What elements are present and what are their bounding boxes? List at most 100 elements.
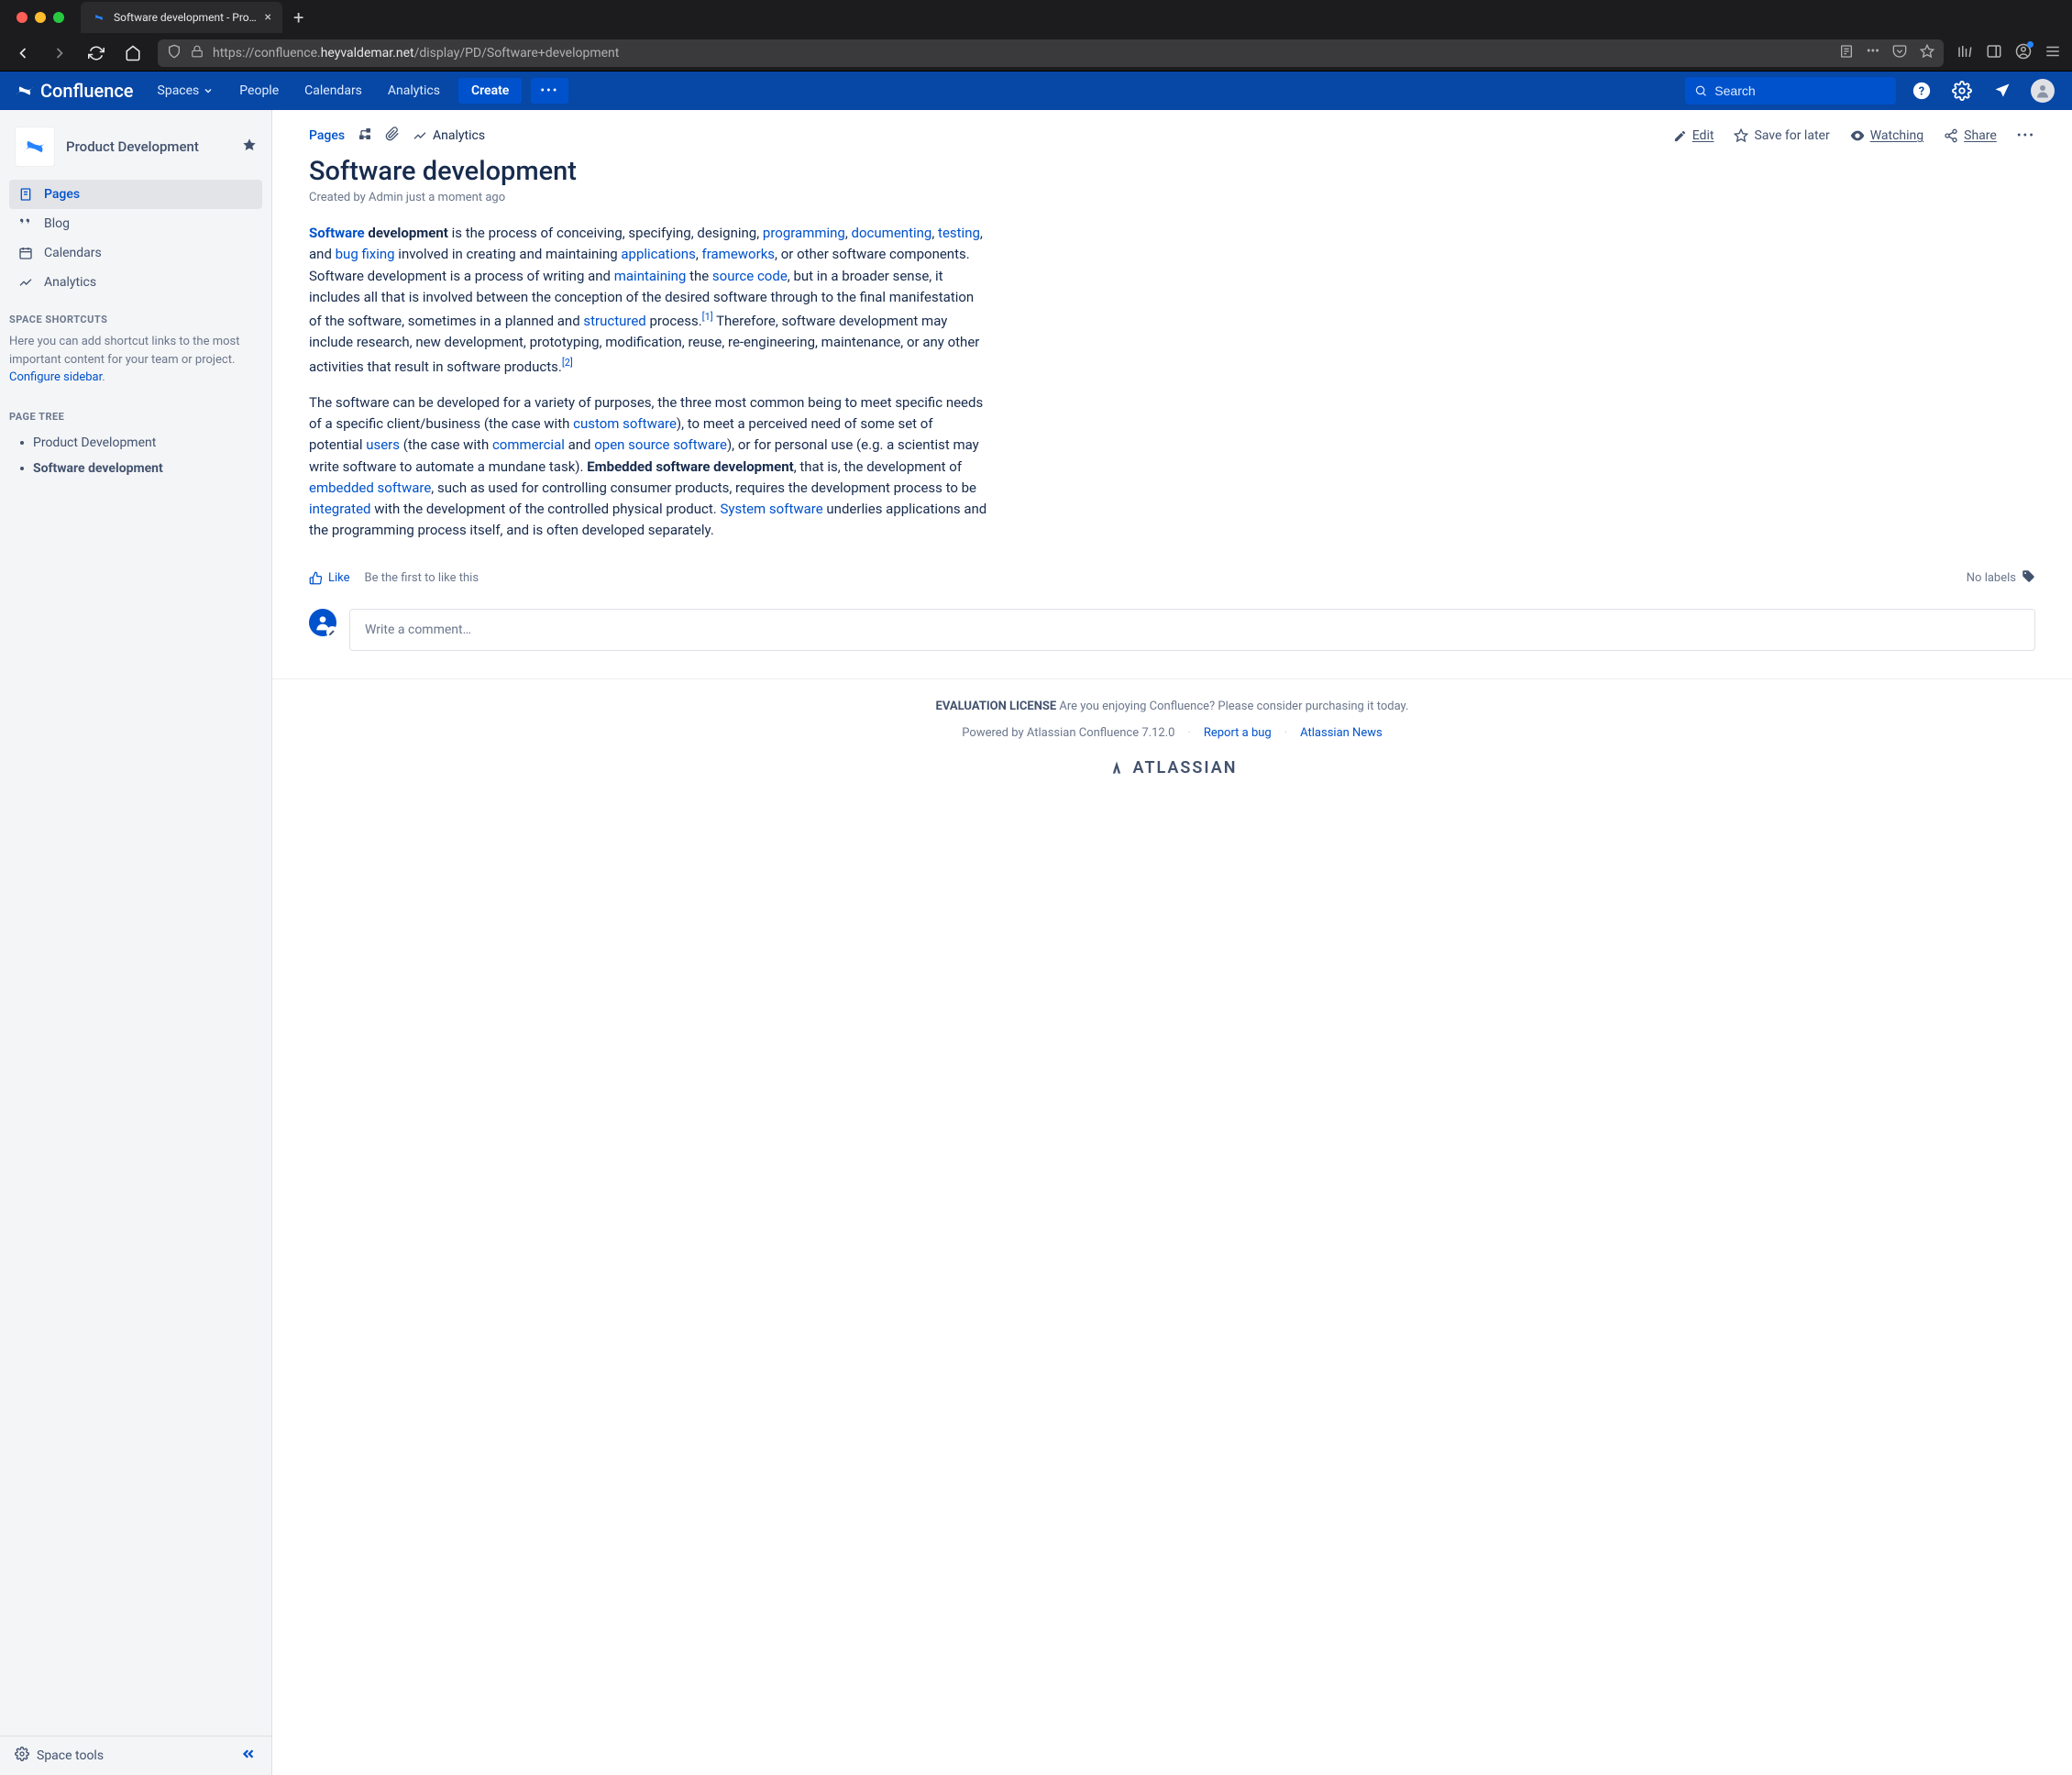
page-more-actions-icon[interactable]: ••• [2017,128,2035,143]
settings-icon[interactable] [1947,76,1977,105]
page-tree-icon[interactable] [358,127,372,145]
page-tree-heading: PAGE TREE [0,394,271,430]
link-documenting[interactable]: documenting [852,225,932,241]
sidebar-analytics[interactable]: Analytics [9,268,262,297]
link-embedded-software[interactable]: embedded software [309,480,431,496]
space-logo-icon [15,127,55,167]
gear-icon[interactable] [15,1747,29,1765]
favorite-space-icon[interactable] [242,138,257,156]
create-more-button[interactable]: ••• [531,78,568,104]
pocket-icon[interactable] [1892,44,1907,62]
edit-button[interactable]: Edit [1673,128,1714,143]
link-integrated[interactable]: integrated [309,501,371,517]
powered-by: Powered by Atlassian Confluence 7.12.0 [962,726,1174,740]
confluence-logo[interactable]: Confluence [15,80,134,102]
share-button[interactable]: Share [1944,128,1997,143]
page-footer: EVALUATION LICENSE Are you enjoying Conf… [272,678,2072,814]
sidebar-icon[interactable] [1986,43,2002,63]
analytics-link[interactable]: Analytics [413,128,485,143]
space-header[interactable]: Product Development [0,110,271,180]
forward-button[interactable] [48,41,72,65]
link-source-code[interactable]: source code [712,268,788,284]
url-text: https://confluence.heyvaldemar.net/displ… [213,46,619,61]
nav-analytics[interactable]: Analytics [377,78,451,104]
link-testing[interactable]: testing [938,225,980,241]
tab-bar: Software development - Produc × + [0,0,2072,35]
comment-input[interactable]: Write a comment… [349,609,2035,651]
link-programming[interactable]: programming [763,225,845,241]
link-software[interactable]: Software [309,225,365,241]
svg-text:?: ? [1919,85,1924,99]
space-name: Product Development [66,138,231,155]
link-commercial[interactable]: commercial [492,436,565,453]
create-button[interactable]: Create [458,78,522,104]
close-window-icon[interactable] [17,12,28,23]
sidebar-pages[interactable]: Pages [9,180,262,209]
url-bar[interactable]: https://confluence.heyvaldemar.net/displ… [158,39,1944,67]
attachments-icon[interactable] [385,127,400,145]
link-system-software[interactable]: System software [720,501,822,517]
configure-sidebar-link[interactable]: Configure sidebar [9,370,102,384]
sidebar-blog[interactable]: Blog [9,209,262,238]
menu-icon[interactable] [2044,43,2061,63]
link-frameworks[interactable]: frameworks [702,246,776,262]
comment-avatar-icon [309,609,336,636]
link-applications[interactable]: applications [621,246,695,262]
link-open-source[interactable]: open source software [594,436,727,453]
atlassian-logo[interactable]: ATLASSIAN [309,758,2035,777]
watching-button[interactable]: Watching [1850,128,1923,143]
minimize-window-icon[interactable] [35,12,46,23]
lock-icon[interactable] [191,45,204,61]
search-box[interactable] [1685,77,1896,105]
link-users[interactable]: users [366,436,400,453]
reader-mode-icon[interactable] [1839,44,1854,62]
labels-icon[interactable] [2022,569,2035,587]
reload-button[interactable] [84,41,108,65]
browser-tab[interactable]: Software development - Produc × [81,2,282,33]
atlassian-news-link[interactable]: Atlassian News [1300,726,1383,740]
bookmark-star-icon[interactable] [1920,44,1934,62]
new-tab-button[interactable]: + [293,6,303,28]
link-custom-software[interactable]: custom software [573,415,677,432]
nav-calendars[interactable]: Calendars [293,78,373,104]
search-icon [1694,83,1707,98]
url-bar-row: https://confluence.heyvaldemar.net/displ… [0,35,2072,72]
ref-2[interactable]: [2] [562,357,573,369]
more-actions-icon[interactable]: ••• [1867,44,1879,62]
back-button[interactable] [11,41,35,65]
sidebar-calendars[interactable]: Calendars [9,238,262,268]
collapse-sidebar-icon[interactable] [240,1746,257,1766]
maximize-window-icon[interactable] [53,12,64,23]
tab-title: Software development - Produc [114,11,258,24]
window-controls [7,12,73,23]
content-area: Pages Analytics Edit Save for later Watc… [272,110,2072,1775]
space-tools-label[interactable]: Space tools [37,1748,104,1763]
profile-avatar[interactable] [2028,76,2057,105]
tab-close-icon[interactable]: × [265,10,271,25]
home-button[interactable] [121,41,145,65]
browser-chrome: Software development - Produc × + https:… [0,0,2072,72]
link-structured[interactable]: structured [583,313,645,329]
link-maintaining[interactable]: maintaining [614,268,687,284]
link-bug-fixing[interactable]: bug fixing [336,246,395,262]
search-input[interactable] [1714,83,1887,98]
like-status: Be the first to like this [365,571,479,585]
account-icon[interactable] [2015,43,2032,63]
confluence-favicon-icon [92,10,106,25]
tree-item-product-development[interactable]: Product Development [9,430,262,456]
nav-spaces[interactable]: Spaces [147,78,226,104]
like-button[interactable]: Like [309,571,350,585]
tree-item-software-development[interactable]: Software development [9,456,262,481]
save-for-later-button[interactable]: Save for later [1734,128,1829,143]
page-body: Software development is the process of c… [272,223,1024,542]
breadcrumb-pages[interactable]: Pages [309,128,345,143]
ref-1[interactable]: [1] [702,311,713,323]
nav-people[interactable]: People [228,78,290,104]
shield-icon[interactable] [167,44,182,62]
help-icon[interactable]: ? [1907,76,1936,105]
shortcuts-heading: SPACE SHORTCUTS [0,297,271,333]
report-bug-link[interactable]: Report a bug [1204,726,1272,740]
library-icon[interactable] [1956,43,1973,63]
sidebar: Product Development Pages Blog Calendars… [0,110,272,1775]
notifications-icon[interactable] [1988,76,2017,105]
